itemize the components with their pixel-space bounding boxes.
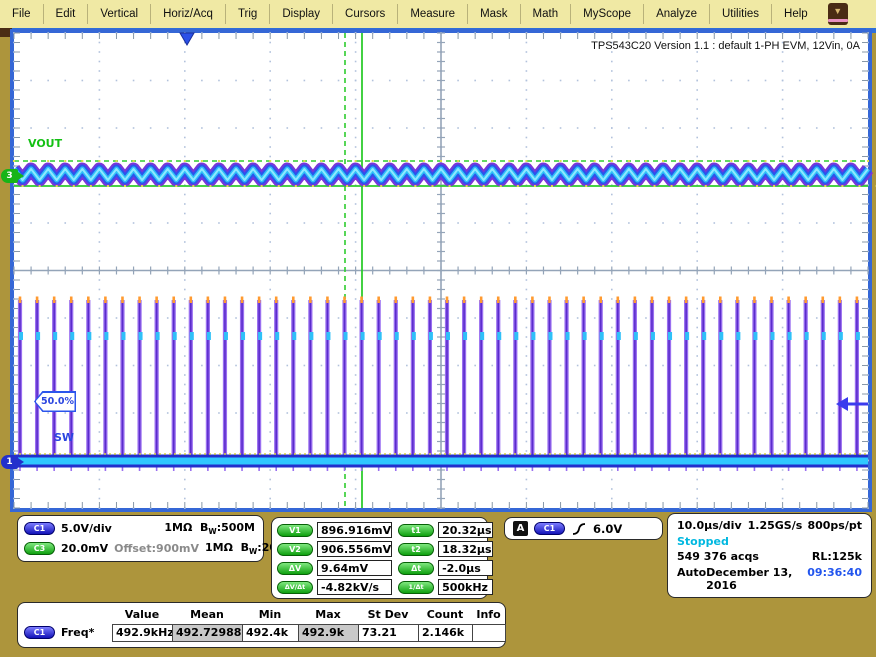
resolution: 800ps/pt: [807, 519, 862, 532]
t2-badge: t2: [398, 543, 434, 556]
date-label: December 13, 2016: [706, 566, 807, 592]
menu-myscope[interactable]: MyScope: [571, 4, 644, 24]
menu-horiz-acq[interactable]: Horiz/Acq: [151, 4, 226, 24]
vout-trace-label: VOUT: [28, 137, 62, 150]
meas-value: 492.9kHz: [112, 624, 173, 642]
meas-min: 492.4k: [242, 624, 299, 642]
rising-edge-icon: [571, 521, 587, 537]
acq-date-row: Auto December 13, 2016 09:36:40: [677, 566, 862, 592]
waveform-display: [0, 28, 876, 512]
menu-trig[interactable]: Trig: [226, 4, 270, 24]
delta-t-value: -2.0µs: [438, 560, 492, 576]
v2-badge: V2: [277, 543, 313, 556]
ch3-offset: Offset:900mV: [114, 542, 199, 555]
menu-help[interactable]: Help: [772, 4, 820, 24]
ch3-settings-row[interactable]: C3 20.0mV Offset:900mV 1MΩ BW:20.0M: [24, 541, 255, 556]
time-label: 09:36:40: [807, 566, 862, 579]
sw-trace-label: SW: [54, 431, 74, 444]
ch3-badge: C3: [24, 542, 55, 555]
acquisition-status: Stopped: [677, 535, 729, 548]
cursor-t1-row: t1 20.32µs: [398, 522, 492, 538]
cursor-t2-row: t2 18.32µs: [398, 541, 492, 557]
t1-value: 20.32µs: [438, 522, 492, 538]
menu-vertical[interactable]: Vertical: [88, 4, 151, 24]
menu-edit[interactable]: Edit: [44, 4, 89, 24]
record-length: RL:125k: [812, 550, 862, 563]
col-count: Count: [418, 608, 472, 621]
t2-value: 18.32µs: [438, 541, 492, 557]
delta-v-value: 9.64mV: [317, 560, 392, 576]
delta-t-badge: Δt: [398, 562, 434, 575]
trigger-source-badge: C1: [534, 522, 565, 535]
channel1-marker[interactable]: 1: [1, 455, 18, 469]
acquisition-readout-box[interactable]: 10.0µs/div 1.25GS/s 800ps/pt Stopped 549 …: [667, 513, 872, 598]
v2-value: 906.556mV: [317, 541, 392, 557]
timebase-row: 10.0µs/div 1.25GS/s 800ps/pt: [677, 519, 862, 532]
trigger-level-value: 50.0%: [36, 393, 75, 411]
dv-dt-value: -4.82kV/s: [317, 579, 392, 595]
user-annotation: TPS543C20 Version 1.1 : default 1-PH EVM…: [591, 40, 860, 52]
inv-dt-badge: 1/Δt: [398, 581, 434, 594]
table-row: C1 Freq* 492.9kHz 492.72988k 492.4k 492.…: [24, 623, 499, 642]
measurement-table-header: Value Mean Min Max St Dev Count Info: [24, 606, 499, 623]
acq-status-row: Stopped: [677, 535, 862, 548]
col-mean: Mean: [172, 608, 242, 621]
menu-bar: File Edit Vertical Horiz/Acq Trig Displa…: [0, 0, 876, 28]
delta-v-badge: ΔV: [277, 562, 313, 575]
v1-value: 896.916mV: [317, 522, 392, 538]
trigger-level-flag[interactable]: 50.0%: [34, 391, 76, 412]
cursor-dv-row: ΔV 9.64mV: [277, 560, 392, 576]
menu-utilities[interactable]: Utilities: [710, 4, 772, 24]
menu-measure[interactable]: Measure: [398, 4, 468, 24]
ch1-scale: 5.0V/div: [61, 522, 123, 535]
meas-ch-badge: C1: [24, 626, 55, 639]
col-min: Min: [242, 608, 298, 621]
v1-badge: V1: [277, 524, 313, 537]
menu-mask[interactable]: Mask: [468, 4, 520, 24]
meas-mean: 492.72988k: [172, 624, 243, 642]
meas-stdev: 73.21: [358, 624, 419, 642]
cursor-readout-box[interactable]: V1 896.916mV t1 20.32µs V2 906.556mV t2 …: [271, 517, 488, 599]
measurement-table[interactable]: Value Mean Min Max St Dev Count Info C1 …: [17, 602, 506, 648]
cursor-inv-dt-row: 1/Δt 500kHz: [398, 579, 492, 595]
acq-count: 549 376 acqs: [677, 550, 759, 563]
ch3-scale: 20.0mV: [61, 542, 108, 555]
vertical-settings-readout[interactable]: C1 5.0V/div 1MΩ BW:500M C3 20.0mV Offset…: [17, 515, 264, 562]
sample-rate: 1.25GS/s: [748, 519, 803, 532]
channel3-marker[interactable]: 3: [1, 169, 18, 183]
cursor-dt-row: Δt -2.0µs: [398, 560, 492, 576]
menu-file[interactable]: File: [0, 4, 44, 24]
meas-name: Freq*: [61, 626, 94, 639]
meas-info: [472, 624, 506, 642]
menu-cursors[interactable]: Cursors: [333, 4, 398, 24]
menu-math[interactable]: Math: [521, 4, 572, 24]
t1-badge: t1: [398, 524, 434, 537]
col-stdev: St Dev: [358, 608, 418, 621]
trigger-bus-badge: A: [513, 521, 528, 536]
cursor-dvdt-row: ΔV/Δt -4.82kV/s: [277, 579, 392, 595]
trigger-mode: Auto: [677, 566, 706, 579]
ch1-settings-row[interactable]: C1 5.0V/div 1MΩ BW:500M: [24, 521, 255, 536]
trigger-level-value: 6.0V: [593, 522, 622, 536]
cursor-v1-row: V1 896.916mV: [277, 522, 392, 538]
menu-analyze[interactable]: Analyze: [644, 4, 710, 24]
meas-count: 2.146k: [418, 624, 473, 642]
ch1-impedance-bw: 1MΩ BW:500M: [164, 521, 255, 536]
col-value: Value: [112, 608, 172, 621]
ch1-badge: C1: [24, 522, 55, 535]
cursor-v2-row: V2 906.556mV: [277, 541, 392, 557]
dv-dt-badge: ΔV/Δt: [277, 581, 313, 594]
meas-max: 492.9k: [298, 624, 359, 642]
timebase-value: 10.0µs/div: [677, 519, 742, 532]
chevron-down-icon: ▼: [833, 7, 842, 16]
col-max: Max: [298, 608, 358, 621]
oscilloscope-app: { "titlebar": { "menu_items": ["File","E…: [0, 0, 876, 657]
dropdown-accent-strip: [828, 19, 848, 22]
acq-count-row: 549 376 acqs RL:125k: [677, 550, 862, 563]
menu-display[interactable]: Display: [270, 4, 333, 24]
trigger-readout-box[interactable]: A C1 6.0V: [504, 517, 663, 540]
col-info: Info: [472, 608, 505, 621]
toolbar-dropdown-button[interactable]: ▼: [828, 3, 848, 25]
inv-dt-value: 500kHz: [438, 579, 492, 595]
